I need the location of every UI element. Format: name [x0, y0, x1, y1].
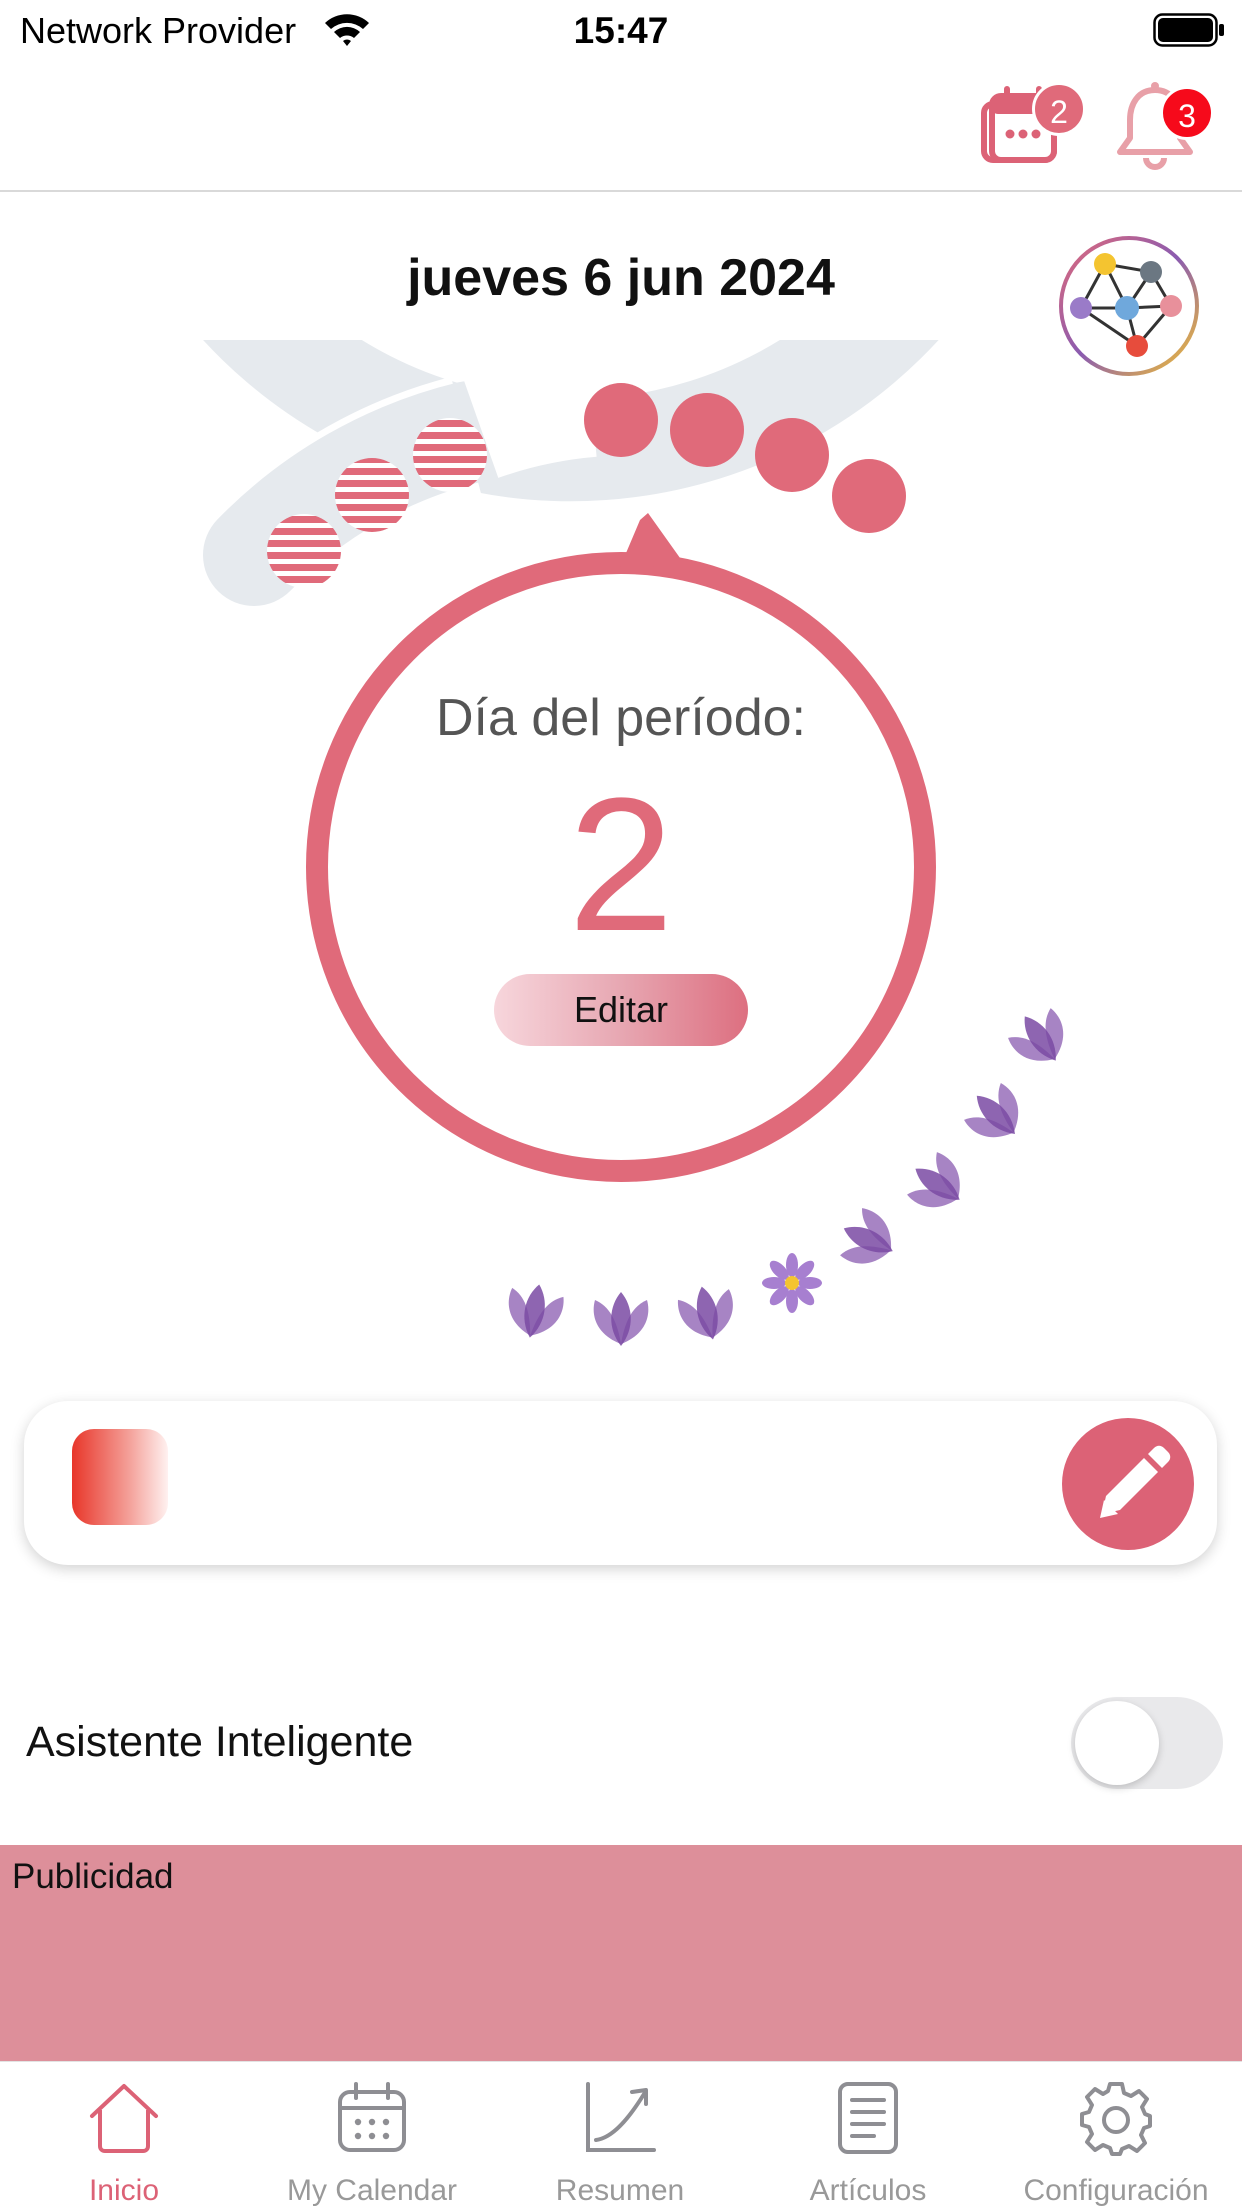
calendar-badge: 2	[1032, 82, 1086, 136]
tab-bar: Inicio My Calendar Resumen Artículos Con…	[0, 2061, 1242, 2209]
period-day-marker[interactable]	[755, 418, 829, 492]
calendar-icon	[338, 2082, 406, 2152]
edit-period-button[interactable]: Editar	[494, 974, 748, 1046]
smart-assistant-toggle[interactable]	[1071, 1697, 1223, 1789]
tab-resumen[interactable]: Resumen	[496, 2062, 744, 2209]
period-day-marker[interactable]	[832, 459, 906, 533]
period-day-number: 2	[568, 759, 674, 971]
period-day-marker[interactable]	[670, 393, 744, 467]
tab-inicio[interactable]: Inicio	[0, 2062, 248, 2209]
predicted-day-marker[interactable]	[267, 514, 341, 588]
tab-label: Configuración	[1023, 2174, 1209, 2207]
period-day-marker[interactable]	[584, 383, 658, 457]
fertile-day-marker[interactable]	[502, 1279, 567, 1343]
period-day-label: Día del período:	[435, 689, 807, 747]
reminders-button[interactable]: 2	[970, 70, 1086, 180]
clock: 15:47	[573, 10, 669, 51]
notifications-badge: 3	[1160, 86, 1214, 140]
notifications-button[interactable]: 3	[1100, 70, 1214, 180]
tab-label: Resumen	[555, 2174, 685, 2207]
gear-icon	[1080, 2082, 1152, 2156]
toggle-knob	[1075, 1701, 1159, 1785]
fertile-day-marker[interactable]	[593, 1292, 649, 1346]
top-header: 2 3	[0, 62, 1242, 192]
chart-trend-icon	[586, 2082, 656, 2152]
pencil-icon	[1100, 1445, 1171, 1518]
fertile-day-marker[interactable]	[957, 1076, 1035, 1154]
tab-articulos[interactable]: Artículos	[744, 2062, 992, 2209]
tab-label: Inicio	[88, 2174, 160, 2207]
daily-log-card	[24, 1401, 1217, 1565]
ad-label: Publicidad	[12, 1857, 174, 1896]
fertile-day-marker[interactable]	[832, 1203, 905, 1276]
predicted-day-marker[interactable]	[413, 418, 487, 492]
ad-banner[interactable]: Publicidad	[0, 1845, 1242, 2061]
fertile-day-marker[interactable]	[1002, 1000, 1079, 1077]
predicted-day-marker[interactable]	[335, 458, 409, 532]
status-bar: Network Provider 15:47	[0, 0, 1242, 62]
tab-label: Artículos	[809, 2174, 927, 2207]
article-icon	[838, 2082, 898, 2154]
edit-log-button[interactable]	[1062, 1418, 1194, 1550]
tab-my-calendar[interactable]: My Calendar	[248, 2062, 496, 2209]
tab-configuracion[interactable]: Configuración	[992, 2062, 1240, 2209]
fertile-day-marker[interactable]	[675, 1280, 740, 1346]
tab-label: My Calendar	[286, 2174, 458, 2207]
current-day-pointer	[618, 513, 690, 572]
flow-indicator[interactable]	[72, 1429, 168, 1525]
smart-assistant-label: Asistente Inteligente	[26, 1718, 414, 1766]
current-date-title: jueves 6 jun 2024	[407, 249, 835, 307]
fertile-day-marker[interactable]	[899, 1146, 976, 1223]
battery-icon	[1153, 13, 1224, 47]
ovulation-day-marker[interactable]	[762, 1253, 822, 1313]
home-icon	[90, 2084, 158, 2153]
